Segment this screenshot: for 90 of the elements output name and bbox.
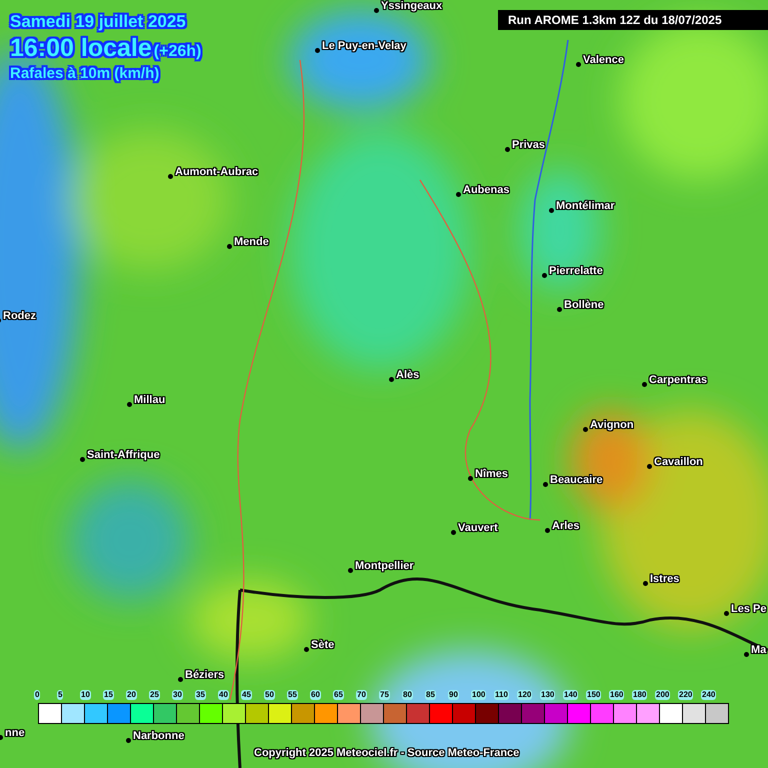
scale-label: 30 [172,690,183,700]
city-label: Sète [311,638,334,650]
city-marker-icon [542,273,547,278]
scale-label: 75 [379,690,390,700]
scale-label: 100 [471,690,486,700]
scale-label: 0 [34,690,40,700]
city-label: Nîmes [475,468,508,480]
city-marker-icon [543,482,548,487]
scale-label: 150 [586,690,602,700]
city-label: Aubenas [463,184,510,196]
city-label: Le Puy-en-Velay [322,40,406,52]
forecast-offset: (+26h) [154,43,202,61]
city-marker-icon [744,652,749,657]
model-run-banner: Run AROME 1.3km 12Z du 18/07/2025 [498,10,768,30]
city-label: Béziers [185,668,224,680]
city-label: Beaucaire [550,474,603,486]
city-label: Montélimar [556,200,615,212]
city-label: Avignon [590,418,634,430]
scale-label: 55 [287,690,298,700]
scale-label: 90 [448,690,459,700]
city-label: nne [5,726,25,738]
city-marker-icon [304,647,309,652]
city-marker-icon [505,147,510,152]
city-marker-icon [127,402,132,407]
city-marker-icon [549,208,554,213]
scale-label: 220 [678,690,694,700]
city-label: Montpellier [355,560,414,572]
city-marker-icon [315,48,320,53]
city-marker-icon [168,174,173,179]
city-marker-icon [456,192,461,197]
scale-label: 120 [517,690,532,700]
city-marker-icon [227,244,232,249]
city-marker-icon [647,464,652,469]
city-label: Cavaillon [654,456,703,468]
city-marker-icon [80,457,85,462]
city-label: Vauvert [458,522,498,534]
scale-label: 160 [609,690,624,700]
scale-label: 65 [333,690,344,700]
scale-label: 20 [126,690,137,700]
city-label: Rodez [3,310,36,322]
scale-label: 25 [149,690,160,700]
city-marker-icon [643,581,648,586]
city-label: Yssingeaux [381,0,442,12]
city-marker-icon [545,528,550,533]
scale-label: 35 [195,690,206,700]
forecast-date: Samedi 19 juillet 2025 [10,12,187,32]
city-marker-icon [348,568,353,573]
scale-label: 40 [218,690,229,700]
city-marker-icon [389,377,394,382]
city-label: Saint-Affrique [87,448,160,460]
scale-label: 15 [103,690,114,700]
city-label: Bollène [564,298,604,310]
scale-label: 5 [57,690,64,700]
scale-label: 140 [563,690,578,700]
city-label: Pierrelatte [549,264,603,276]
forecast-time: 16:00 locale [10,34,152,63]
city-marker-icon [451,530,456,535]
scale-label: 10 [80,690,91,700]
city-label: Millau [134,394,166,406]
scale-label: 240 [701,690,716,700]
city-marker-icon [468,476,473,481]
city-label: Arles [552,520,580,532]
scale-label: 50 [264,690,275,700]
city-marker-icon [724,611,729,616]
scale-label: 60 [310,690,321,700]
city-marker-icon [374,8,379,13]
scale-label: 85 [425,690,436,700]
scale-label: 180 [632,690,648,700]
scale-label: 200 [655,690,670,700]
scale-label: 130 [540,690,556,700]
city-label: Aumont-Aubrac [175,166,258,178]
city-label: Mende [234,236,269,248]
city-label: Narbonne [133,730,184,742]
scale-label: 110 [494,690,509,700]
city-label: Carpentras [649,374,708,386]
city-label: Privas [512,138,546,150]
city-marker-icon [576,62,581,67]
city-marker-icon [178,677,183,682]
city-marker-icon [126,738,131,743]
city-label: Les Pe [731,602,766,614]
copyright-text: Copyright 2025 Meteociel.fr - Source Meteo-France [254,747,520,759]
scale-label: 70 [356,690,367,700]
city-marker-icon [557,307,562,312]
city-label: Istres [650,572,680,584]
city-label: Valence [583,54,624,66]
scale-label: 80 [402,690,413,700]
city-marker-icon [583,427,588,432]
scale-label: 45 [241,690,252,700]
city-marker-icon [642,382,647,387]
city-label: Alès [396,368,420,380]
